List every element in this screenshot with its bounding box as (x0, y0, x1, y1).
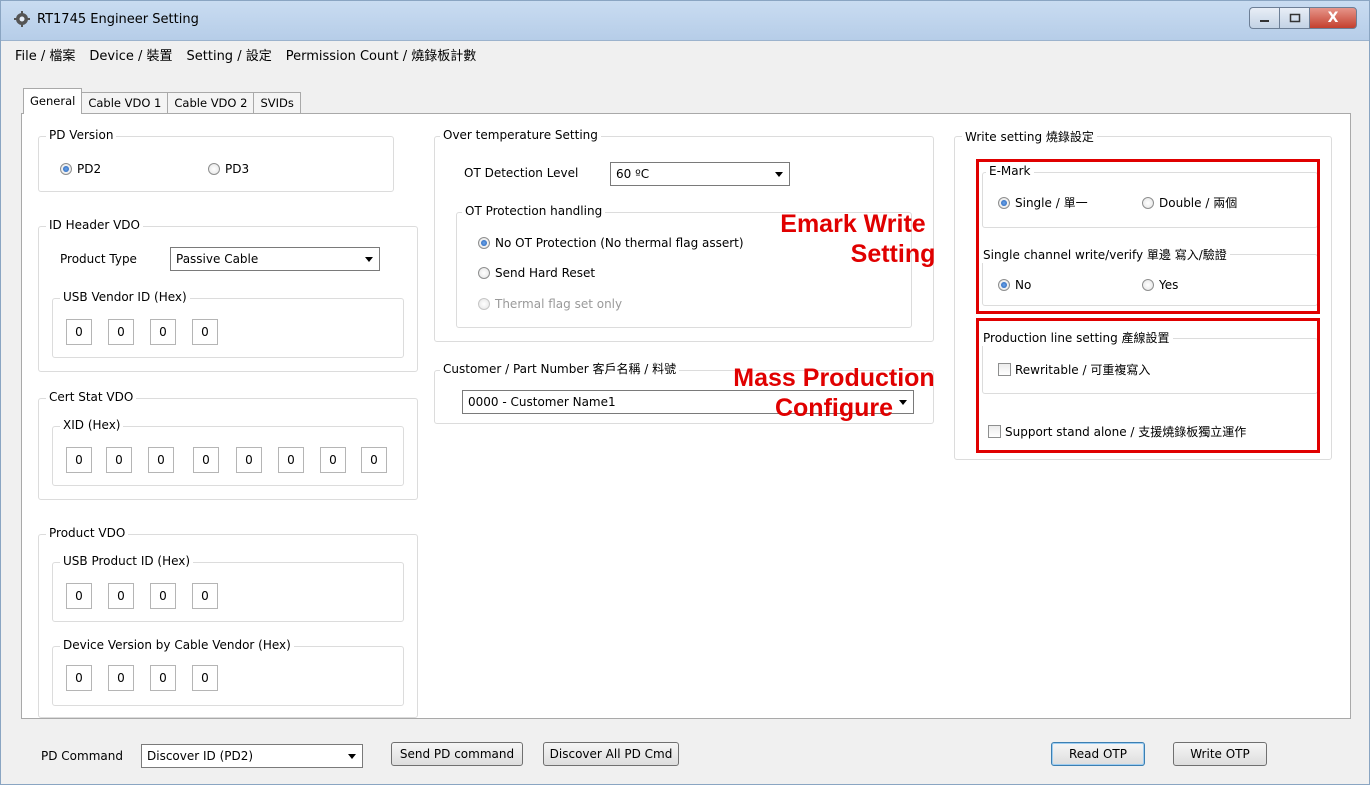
ot-hard-reset-label: Send Hard Reset (495, 266, 596, 280)
pd2-radio[interactable]: PD2 (60, 162, 101, 176)
ot-thermal-flag-radio[interactable]: Thermal flag set only (478, 297, 622, 311)
read-otp-button[interactable]: Read OTP (1051, 742, 1145, 766)
usb-product-hex-3[interactable]: 0 (192, 583, 218, 609)
xid-hex-1[interactable]: 0 (106, 447, 132, 473)
menu-bar: File / 檔案 Device / 裝置 Setting / 設定 Permi… (1, 42, 1369, 66)
cert-stat-label: Cert Stat VDO (46, 390, 137, 404)
pd3-radio[interactable]: PD3 (208, 162, 249, 176)
pd2-label: PD2 (77, 162, 102, 176)
xid-hex-0[interactable]: 0 (66, 447, 92, 473)
xid-group (52, 426, 404, 486)
usb-vendor-group (52, 298, 404, 358)
maximize-button[interactable] (1279, 7, 1309, 29)
xid-label: XID (Hex) (60, 418, 124, 432)
write-otp-button[interactable]: Write OTP (1173, 742, 1267, 766)
ot-detection-label: OT Detection Level (464, 166, 579, 180)
production-highlight-box (976, 318, 1320, 453)
mass-production-annotation: Mass Production Configure (703, 363, 965, 423)
tab-cable-vdo-1[interactable]: Cable VDO 1 (81, 92, 169, 114)
chevron-down-icon (365, 257, 373, 262)
usb-product-hex-0[interactable]: 0 (66, 583, 92, 609)
window-title: RT1745 Engineer Setting (37, 12, 199, 27)
pd-command-label: PD Command (41, 749, 123, 763)
send-pd-command-button[interactable]: Send PD command (391, 742, 523, 766)
close-icon: X (1327, 10, 1339, 26)
device-version-hex-1[interactable]: 0 (108, 665, 134, 691)
usb-vendor-hex-1[interactable]: 0 (108, 319, 134, 345)
product-type-dropdown[interactable]: Passive Cable (170, 247, 380, 271)
menu-setting[interactable]: Setting / 設定 (187, 45, 272, 64)
usb-vendor-label: USB Vendor ID (Hex) (60, 290, 190, 304)
radio-selected-icon (60, 163, 72, 175)
ot-no-protection-label: No OT Protection (No thermal flag assert… (495, 236, 744, 250)
xid-hex-4[interactable]: 0 (236, 447, 262, 473)
tab-strip: General Cable VDO 1 Cable VDO 2 SVIDs (23, 87, 301, 114)
usb-vendor-hex-3[interactable]: 0 (192, 319, 218, 345)
id-header-label: ID Header VDO (46, 218, 143, 232)
ot-thermal-flag-label: Thermal flag set only (495, 297, 623, 311)
chevron-down-icon (775, 172, 783, 177)
over-temp-label: Over temperature Setting (440, 128, 601, 142)
customer-value: 0000 - Customer Name1 (468, 395, 616, 409)
ot-no-protection-radio[interactable]: No OT Protection (No thermal flag assert… (478, 236, 744, 250)
ot-handling-label: OT Protection handling (462, 204, 606, 218)
pd-command-dropdown[interactable]: Discover ID (PD2) (141, 744, 363, 768)
chevron-down-icon (348, 754, 356, 759)
general-tab-panel: PD Version PD2 PD3 ID Header VDO Product… (21, 113, 1351, 719)
gear-icon (14, 11, 30, 27)
radio-icon (478, 298, 490, 310)
ot-hard-reset-radio[interactable]: Send Hard Reset (478, 266, 595, 280)
xid-hex-2[interactable]: 0 (148, 447, 174, 473)
pd-command-value: Discover ID (PD2) (147, 749, 254, 763)
usb-product-label: USB Product ID (Hex) (60, 554, 194, 568)
minimize-button[interactable] (1249, 7, 1279, 29)
usb-vendor-hex-2[interactable]: 0 (150, 319, 176, 345)
close-button[interactable]: X (1309, 7, 1357, 29)
device-version-label: Device Version by Cable Vendor (Hex) (60, 638, 294, 652)
usb-vendor-hex-0[interactable]: 0 (66, 319, 92, 345)
usb-product-group (52, 562, 404, 622)
usb-product-hex-1[interactable]: 0 (108, 583, 134, 609)
write-setting-label: Write setting 燒錄設定 (962, 128, 1097, 145)
mass-production-line2: Configure (774, 394, 894, 422)
product-vdo-label: Product VDO (46, 526, 129, 540)
product-type-value: Passive Cable (176, 252, 259, 266)
maximize-icon (1289, 13, 1300, 23)
pd3-label: PD3 (225, 162, 250, 176)
window-controls: X (1249, 7, 1357, 29)
emark-write-annotation: Emark Write Setting (743, 209, 963, 269)
app-window: RT1745 Engineer Setting X File / 檔案 Devi… (0, 0, 1370, 785)
emark-write-line1: Emark Write (780, 210, 926, 238)
discover-all-pd-cmd-button[interactable]: Discover All PD Cmd (543, 742, 679, 766)
radio-icon (478, 267, 490, 279)
usb-product-hex-2[interactable]: 0 (150, 583, 176, 609)
tab-cable-vdo-2[interactable]: Cable VDO 2 (167, 92, 255, 114)
customer-label: Customer / Part Number 客戶名稱 / 料號 (440, 360, 680, 377)
emark-write-line2: Setting (850, 240, 936, 268)
title-bar: RT1745 Engineer Setting X (1, 1, 1369, 41)
radio-selected-icon (478, 237, 490, 249)
minimize-icon (1259, 20, 1269, 22)
xid-hex-5[interactable]: 0 (278, 447, 304, 473)
radio-icon (208, 163, 220, 175)
device-version-hex-3[interactable]: 0 (192, 665, 218, 691)
emark-highlight-box (976, 159, 1320, 314)
xid-hex-3[interactable]: 0 (193, 447, 219, 473)
tab-svids[interactable]: SVIDs (253, 92, 301, 114)
product-type-label: Product Type (60, 252, 137, 266)
device-version-hex-2[interactable]: 0 (150, 665, 176, 691)
mass-production-line1: Mass Production (733, 364, 935, 392)
menu-device[interactable]: Device / 裝置 (89, 45, 172, 64)
ot-detection-value: 60 ºC (616, 167, 650, 181)
xid-hex-6[interactable]: 0 (320, 447, 346, 473)
device-version-group (52, 646, 404, 706)
tab-general[interactable]: General (23, 88, 83, 114)
menu-permission-count[interactable]: Permission Count / 燒錄板計數 (286, 45, 477, 64)
xid-hex-7[interactable]: 0 (361, 447, 387, 473)
pd-version-label: PD Version (46, 128, 117, 142)
menu-file[interactable]: File / 檔案 (15, 45, 75, 64)
device-version-hex-0[interactable]: 0 (66, 665, 92, 691)
ot-detection-dropdown[interactable]: 60 ºC (610, 162, 790, 186)
